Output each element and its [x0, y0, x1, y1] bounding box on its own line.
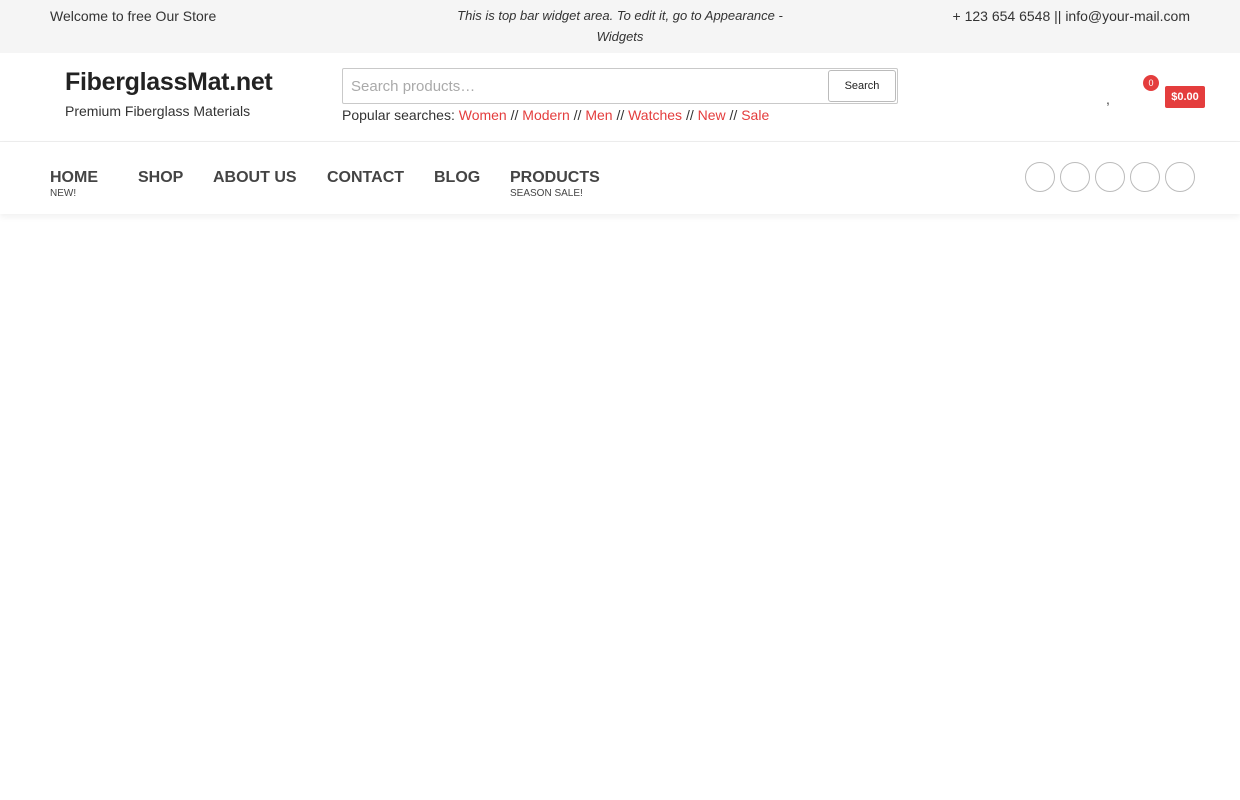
main-navigation: HOME NEW! SHOP ABOUT US CONTACT BLOG PRO…	[0, 142, 1240, 214]
popular-link-sale[interactable]: Sale	[741, 107, 769, 123]
separator: //	[510, 107, 519, 123]
popular-link-men[interactable]: Men	[585, 107, 612, 123]
nav-item-blog[interactable]: BLOG	[434, 169, 480, 187]
comma-text: ,	[1106, 91, 1110, 107]
welcome-text: Welcome to free Our Store	[50, 8, 217, 24]
site-tagline: Premium Fiberglass Materials	[65, 103, 251, 119]
popular-link-watches[interactable]: Watches	[628, 107, 682, 123]
social-facebook-icon[interactable]	[1025, 162, 1055, 192]
nav-item-shop[interactable]: SHOP	[138, 169, 183, 187]
cart-count-badge: 0	[1143, 75, 1159, 91]
nav-item-about-us[interactable]: ABOUT US	[213, 169, 297, 187]
nav-item-home[interactable]: HOME	[50, 169, 98, 187]
phone-number[interactable]: + 123 654 6548 ||	[953, 8, 1062, 24]
nav-item-products[interactable]: PRODUCTS	[510, 169, 600, 187]
search-input[interactable]	[343, 69, 827, 103]
top-bar: Welcome to free Our Store This is top ba…	[0, 0, 1240, 53]
top-bar-widget-text: This is top bar widget area. To edit it,…	[457, 8, 783, 44]
email-address[interactable]: info@your-mail.com	[1065, 8, 1190, 24]
top-contact-info: + 123 654 6548 || info@your-mail.com	[953, 8, 1190, 24]
separator: //	[685, 107, 694, 123]
cart-total[interactable]: $0.00	[1165, 86, 1205, 108]
site-title[interactable]: FiberglassMat.net	[65, 68, 273, 97]
search-form: Search	[342, 68, 898, 104]
popular-link-women[interactable]: Women	[459, 107, 507, 123]
nav-item-contact[interactable]: CONTACT	[327, 169, 404, 187]
nav-badge-season-sale: SEASON SALE!	[510, 188, 583, 199]
separator: //	[573, 107, 582, 123]
popular-searches: Popular searches: Women // Modern // Men…	[342, 107, 769, 123]
social-pinterest-icon[interactable]	[1165, 162, 1195, 192]
popular-link-modern[interactable]: Modern	[522, 107, 569, 123]
social-youtube-icon[interactable]	[1130, 162, 1160, 192]
search-button[interactable]: Search	[828, 70, 896, 102]
separator: //	[616, 107, 625, 123]
nav-badge-new: NEW!	[50, 188, 77, 199]
popular-searches-label: Popular searches:	[342, 107, 455, 123]
separator: //	[729, 107, 738, 123]
popular-link-new[interactable]: New	[698, 107, 726, 123]
social-instagram-icon[interactable]	[1095, 162, 1125, 192]
social-twitter-icon[interactable]	[1060, 162, 1090, 192]
site-header: FiberglassMat.net Premium Fiberglass Mat…	[0, 53, 1240, 142]
